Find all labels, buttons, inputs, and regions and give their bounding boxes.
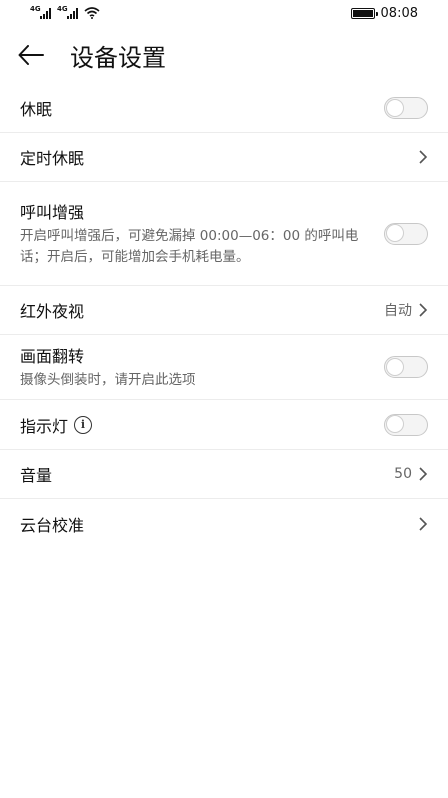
- setting-label: 呼叫增强: [20, 203, 85, 222]
- setting-ir-night[interactable]: 红外夜视 自动: [0, 286, 448, 335]
- setting-call-boost: 呼叫增强 开启呼叫增强后，可避免漏掉 00:00—06：00 的呼叫电话；开启后…: [0, 182, 448, 286]
- setting-value: 50: [394, 466, 412, 482]
- signal-icon: 4G: [30, 5, 51, 19]
- arrow-left-icon: [18, 45, 44, 65]
- chevron-right-icon: [419, 303, 428, 317]
- chevron-right-icon: [419, 516, 428, 531]
- setting-sleep: 休眠: [0, 84, 448, 133]
- setting-value: 自动: [384, 303, 412, 319]
- setting-description: 摄像头倒装时，请开启此选项: [20, 372, 196, 388]
- status-time: 08:08: [380, 5, 418, 21]
- setting-scheduled-sleep[interactable]: 定时休眠: [0, 133, 448, 182]
- setting-ptz-calibration[interactable]: 云台校准: [0, 499, 448, 548]
- setting-volume[interactable]: 音量 50: [0, 450, 448, 499]
- setting-label: 休眠: [20, 100, 53, 119]
- header: 设备设置: [0, 26, 448, 84]
- setting-label: 云台校准: [20, 515, 85, 535]
- setting-label: 红外夜视: [20, 302, 85, 321]
- wifi-icon: [84, 7, 100, 19]
- status-right: 08:08: [350, 5, 418, 21]
- info-icon[interactable]: i: [74, 415, 93, 434]
- signal-icon: 4G: [57, 5, 78, 19]
- setting-indicator: 指示灯 i: [0, 400, 448, 450]
- flip-toggle[interactable]: [384, 356, 428, 378]
- status-bar: 4G 4G 08:08: [0, 0, 448, 26]
- battery-icon: [350, 7, 378, 19]
- chevron-right-icon: [419, 467, 428, 481]
- setting-title-group: 指示灯 i: [20, 413, 384, 437]
- setting-label: 画面翻转: [20, 347, 85, 366]
- indicator-toggle[interactable]: [384, 413, 428, 436]
- setting-flip: 画面翻转 摄像头倒装时，请开启此选项: [0, 335, 448, 400]
- setting-label: 定时休眠: [20, 149, 85, 168]
- sim1-tag: 4G: [30, 5, 41, 13]
- setting-label: 音量: [20, 466, 53, 485]
- setting-label: 指示灯: [20, 416, 69, 436]
- back-button[interactable]: [18, 37, 54, 73]
- call-boost-toggle[interactable]: [384, 222, 428, 245]
- page-title: 设备设置: [70, 43, 166, 72]
- sleep-toggle[interactable]: [384, 97, 428, 119]
- chevron-right-icon: [419, 150, 428, 164]
- settings-list: 休眠 定时休眠 呼叫增强 开启呼叫增强后，可避免漏掉 00:00—06：00 的…: [0, 84, 448, 548]
- sim2-tag: 4G: [57, 5, 68, 13]
- setting-description: 开启呼叫增强后，可避免漏掉 00:00—06：00 的呼叫电话；开启后，可能增加…: [20, 228, 359, 265]
- status-left: 4G 4G: [30, 5, 100, 19]
